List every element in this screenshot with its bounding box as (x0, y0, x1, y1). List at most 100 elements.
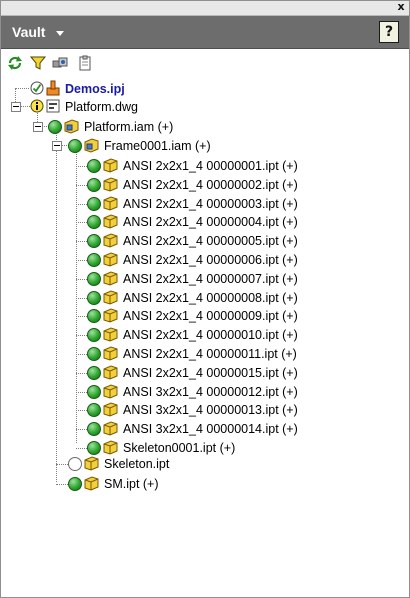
tree-row-frame[interactable]: Frame0001.iam (+) (1, 137, 401, 155)
panel-titlebar: x (1, 1, 409, 16)
tree-row-platform-iam[interactable]: Platform.iam (+) (1, 118, 401, 136)
part-file-icon (103, 177, 118, 192)
tree-item-label[interactable]: ANSI 3x2x1_4 00000014.ipt (+) (123, 421, 298, 437)
part-file-icon (103, 196, 118, 211)
tree-item-label[interactable]: Skeleton.ipt (104, 456, 169, 472)
assembly-file-icon (84, 138, 99, 153)
part-file-icon (103, 158, 118, 173)
refresh-icon[interactable] (7, 55, 23, 71)
tree-row-part[interactable]: ANSI 2x2x1_4 00000001.ipt (+) (1, 157, 401, 175)
tree-item-label[interactable]: ANSI 2x2x1_4 00000007.ipt (+) (123, 271, 298, 287)
tree-row-part[interactable]: ANSI 2x2x1_4 00000009.ipt (+) (1, 307, 401, 325)
part-file-icon (103, 365, 118, 380)
status-up-to-date-icon (87, 365, 101, 380)
tree-item-label[interactable]: ANSI 2x2x1_4 00000011.ipt (+) (123, 346, 297, 362)
vault-header: Vault ? (1, 16, 409, 49)
close-icon[interactable]: x (396, 1, 406, 13)
tree-row-part[interactable]: ANSI 3x2x1_4 00000012.ipt (+) (1, 383, 401, 401)
tree-item-label[interactable]: ANSI 2x2x1_4 00000002.ipt (+) (123, 177, 298, 193)
tree-item-label[interactable]: ANSI 2x2x1_4 00000009.ipt (+) (123, 308, 298, 324)
part-file-icon (84, 456, 99, 471)
part-file-icon (103, 308, 118, 323)
part-file-icon (103, 384, 118, 399)
status-up-to-date-icon (87, 159, 101, 173)
tree-item-label[interactable]: Platform.iam (+) (84, 119, 173, 135)
tree-row-part[interactable]: Skeleton.ipt (1, 455, 401, 473)
status-up-to-date-icon (87, 234, 101, 249)
project-label[interactable]: Demos.ipj (65, 81, 125, 97)
tree-row-part[interactable]: ANSI 2x2x1_4 00000008.ipt (+) (1, 289, 401, 307)
tree-item-label[interactable]: ANSI 3x2x1_4 00000012.ipt (+) (123, 384, 298, 400)
status-up-to-date-icon (87, 177, 101, 192)
clipboard-icon[interactable] (77, 55, 93, 71)
tree-row-part[interactable]: ANSI 2x2x1_4 00000004.ipt (+) (1, 213, 401, 231)
part-file-icon (103, 440, 118, 455)
tree-item-label[interactable]: ANSI 2x2x1_4 00000008.ipt (+) (123, 290, 298, 306)
tree-row-part[interactable]: ANSI 2x2x1_4 00000006.ipt (+) (1, 251, 401, 269)
status-up-to-date-icon (87, 215, 101, 230)
chevron-down-icon[interactable] (56, 31, 64, 36)
tree-item-label[interactable]: ANSI 2x2x1_4 00000015.ipt (+) (123, 365, 298, 381)
status-not-in-vault-icon (68, 457, 82, 471)
help-button[interactable]: ? (379, 21, 399, 43)
status-up-to-date-icon (87, 309, 101, 324)
status-up-to-date-icon (87, 441, 101, 455)
tree-item-label[interactable]: ANSI 2x2x1_4 00000010.ipt (+) (123, 327, 298, 343)
tree-row-part[interactable]: ANSI 2x2x1_4 00000003.ipt (+) (1, 195, 401, 213)
status-up-to-date-icon (68, 139, 82, 153)
tree-item-label[interactable]: ANSI 2x2x1_4 00000003.ipt (+) (123, 196, 298, 212)
tree-row-part[interactable]: ANSI 3x2x1_4 00000013.ipt (+) (1, 401, 401, 419)
tree-item-label[interactable]: ANSI 2x2x1_4 00000001.ipt (+) (123, 158, 298, 174)
status-up-to-date-icon (87, 271, 101, 286)
status-up-to-date-icon (87, 384, 101, 399)
tree-row-part[interactable]: ANSI 2x2x1_4 00000007.ipt (+) (1, 270, 401, 288)
tree-item-label[interactable]: ANSI 2x2x1_4 00000005.ipt (+) (123, 233, 298, 249)
project-file-icon (46, 80, 60, 96)
part-file-icon (103, 214, 118, 229)
tree-item-label[interactable]: Platform.dwg (65, 99, 138, 115)
status-up-to-date-icon (68, 477, 82, 491)
vault-menu-title[interactable]: Vault (12, 24, 45, 40)
part-file-icon (103, 402, 118, 417)
status-up-to-date-icon (87, 347, 101, 361)
vault-panel: x Vault ? Demos.ipj Platform.dwg Platfor… (0, 0, 410, 598)
tree-row-part[interactable]: ANSI 2x2x1_4 00000002.ipt (+) (1, 176, 401, 194)
tree-row-part[interactable]: SM.ipt (+) (1, 475, 401, 493)
part-file-icon (103, 252, 118, 267)
status-up-to-date-icon (87, 196, 101, 211)
tree-item-label[interactable]: Skeleton0001.ipt (+) (123, 440, 235, 456)
status-up-to-date-icon (87, 403, 101, 418)
tree-row-part[interactable]: ANSI 2x2x1_4 00000011.ipt (+) (1, 345, 401, 363)
collapse-icon[interactable] (33, 122, 43, 132)
tree-row-part[interactable]: ANSI 2x2x1_4 00000015.ipt (+) (1, 364, 401, 382)
tree-row-part[interactable]: ANSI 3x2x1_4 00000014.ipt (+) (1, 420, 401, 438)
assembly-file-icon (64, 119, 79, 134)
part-file-icon (103, 290, 118, 305)
part-file-icon (103, 271, 118, 286)
status-up-to-date-icon (87, 253, 101, 267)
drawing-file-icon (46, 99, 60, 113)
project-item[interactable]: Demos.ipj (1, 80, 401, 98)
status-up-to-date-icon (87, 422, 101, 437)
status-up-to-date-icon (48, 120, 62, 134)
checked-in-icon (30, 81, 44, 95)
filter-icon[interactable] (30, 55, 46, 71)
collapse-icon[interactable] (11, 102, 21, 112)
status-up-to-date-icon (87, 328, 101, 343)
tree-item-label[interactable]: ANSI 2x2x1_4 00000006.ipt (+) (123, 252, 298, 268)
collapse-icon[interactable] (52, 141, 62, 151)
info-icon (30, 99, 44, 113)
tree-item-label[interactable]: Frame0001.iam (+) (104, 138, 211, 154)
vault-tree: Demos.ipj Platform.dwg Platform.iam (+) … (1, 77, 409, 597)
part-file-icon (84, 476, 99, 491)
tree-item-label[interactable]: SM.ipt (+) (104, 476, 159, 492)
tree-item-label[interactable]: ANSI 3x2x1_4 00000013.ipt (+) (123, 402, 298, 418)
part-file-icon (103, 327, 118, 342)
tree-row-platform-dwg[interactable]: Platform.dwg (1, 98, 401, 116)
part-file-icon (103, 233, 118, 248)
part-file-icon (103, 346, 118, 361)
show-details-icon[interactable] (52, 55, 68, 71)
tree-row-part[interactable]: ANSI 2x2x1_4 00000010.ipt (+) (1, 326, 401, 344)
tree-item-label[interactable]: ANSI 2x2x1_4 00000004.ipt (+) (123, 214, 298, 230)
tree-row-part[interactable]: ANSI 2x2x1_4 00000005.ipt (+) (1, 232, 401, 250)
